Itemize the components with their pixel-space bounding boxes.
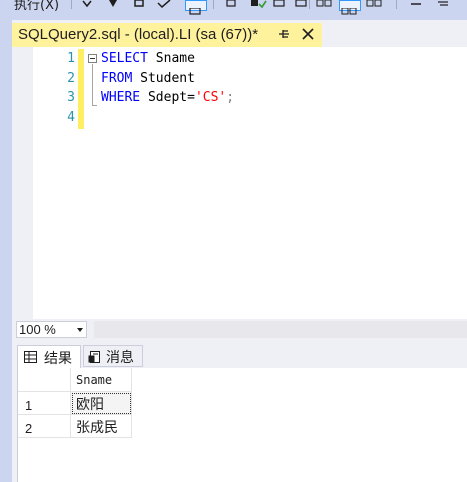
document-tab[interactable]: SQLQuery2.sql - (local).LI (sa (67))* (12, 23, 322, 47)
tab-messages[interactable]: 消息 (83, 345, 143, 367)
outline-guide-end (92, 105, 97, 106)
editor-margin (12, 47, 33, 319)
sql-text: Sname (147, 51, 195, 66)
results-to-grid-button[interactable] (339, 0, 361, 15)
parse-icon[interactable] (157, 0, 171, 9)
grid-corner[interactable] (18, 368, 71, 392)
dropdown-icon[interactable] (82, 0, 92, 9)
code-line[interactable]: WHERE Sdept='CS'; (101, 90, 234, 105)
display-plan-button[interactable] (185, 0, 207, 15)
change-tracking-bar (78, 49, 84, 129)
line-number: 1 (67, 51, 75, 66)
stop-icon[interactable] (133, 0, 145, 9)
message-icon (88, 351, 100, 363)
horizontal-scrollbar[interactable] (94, 321, 467, 338)
sql-terminator: ; (226, 90, 235, 105)
debug-icon[interactable] (107, 0, 119, 9)
sql-keyword: WHERE (101, 90, 141, 105)
results-to-file-icon[interactable] (366, 0, 382, 9)
include-plan-icon[interactable] (272, 0, 286, 9)
grid-cell[interactable]: 欧阳 (71, 392, 132, 415)
toolbar-separator (309, 0, 310, 9)
chevron-down-icon (77, 328, 83, 332)
toolbar-separator (396, 0, 397, 9)
intellisense-icon[interactable] (251, 0, 267, 9)
results-grid: Sname 1 欧阳 2 张成民 (17, 368, 467, 482)
execute-button[interactable]: 执行(X) (14, 0, 59, 13)
line-number: 2 (67, 71, 75, 86)
outline-guide (92, 64, 93, 106)
tab-results-label: 结果 (44, 351, 72, 367)
uncomment-icon[interactable] (437, 0, 449, 9)
code-line[interactable]: FROM Student (101, 71, 195, 86)
query-options-icon[interactable] (225, 0, 237, 9)
toolbar: 执行(X) (0, 0, 467, 20)
left-dock-strip (0, 20, 12, 482)
line-number: 3 (67, 90, 75, 105)
zoom-dropdown[interactable]: 100 % (16, 321, 87, 338)
code-line[interactable]: SELECT Sname (101, 51, 195, 66)
column-header[interactable]: Sname (71, 368, 132, 392)
plan-icon (189, 7, 201, 15)
results-to-text-icon[interactable] (316, 0, 332, 9)
toolbar-separator (213, 0, 214, 9)
close-icon[interactable] (301, 26, 315, 42)
row-number[interactable]: 1 (18, 392, 71, 415)
toolbar-separator (71, 0, 72, 9)
sql-text: Sdept= (140, 90, 195, 105)
tab-results[interactable]: 结果 (17, 345, 81, 368)
zoom-value: 100 % (19, 322, 56, 337)
tab-messages-label: 消息 (106, 350, 134, 366)
pin-icon[interactable] (278, 26, 292, 42)
sql-keyword: FROM (101, 71, 133, 86)
grid-icon (341, 7, 357, 15)
row-number[interactable]: 2 (18, 415, 71, 438)
comment-icon[interactable] (410, 0, 422, 9)
grid-icon (24, 351, 37, 363)
sql-string: 'CS' (194, 90, 227, 105)
sql-keyword: SELECT (101, 51, 148, 66)
collapse-icon[interactable] (88, 54, 97, 63)
client-stats-icon[interactable] (294, 0, 308, 9)
grid-cell[interactable]: 张成民 (71, 415, 132, 438)
line-number: 4 (67, 110, 75, 125)
document-tab-title: SQLQuery2.sql - (local).LI (sa (67))* (18, 26, 259, 43)
sql-text: Student (132, 71, 195, 86)
